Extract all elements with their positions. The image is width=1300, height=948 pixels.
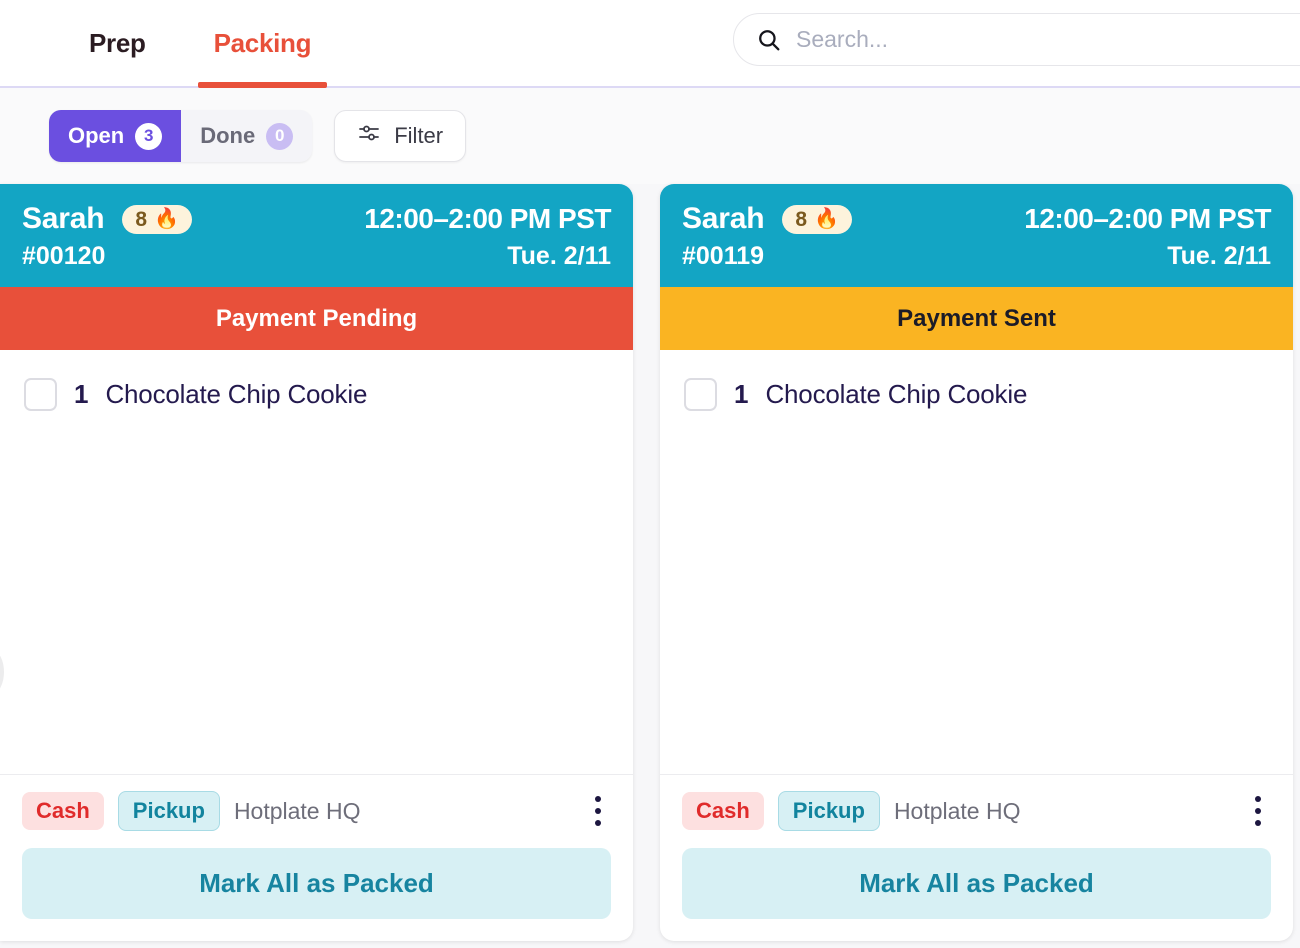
heat-count: 8 xyxy=(795,207,808,231)
segment-done-count: 0 xyxy=(266,122,294,150)
tab-packing-label: Packing xyxy=(213,27,312,58)
filter-toolbar: Open 3 Done 0 Filter xyxy=(0,88,1300,184)
order-number: #00120 xyxy=(22,242,106,270)
fulfillment-tag: Pickup xyxy=(117,791,220,831)
order-card-footer: Cash Pickup Hotplate HQ xyxy=(660,775,1293,832)
search-input[interactable] xyxy=(796,26,1256,53)
fulfillment-tag: Pickup xyxy=(777,791,880,831)
segment-open[interactable]: Open 3 xyxy=(49,110,182,162)
heat-badge: 8 🔥 xyxy=(122,204,192,234)
item-quantity: 1 xyxy=(734,379,749,409)
tab-prep[interactable]: Prep xyxy=(55,0,180,86)
segment-open-count: 3 xyxy=(135,122,163,150)
flame-icon: 🔥 xyxy=(154,208,179,230)
order-time-range: 12:00–2:00 PM PST xyxy=(364,203,611,234)
item-quantity: 1 xyxy=(74,379,89,409)
order-card[interactable]: Sarah 8 🔥 12:00–2:00 PM PST #00120 Tue. … xyxy=(0,184,633,941)
order-items-list: 1 Chocolate Chip Cookie xyxy=(660,350,1293,774)
item-name: Chocolate Chip Cookie xyxy=(765,379,1028,409)
item-name: Chocolate Chip Cookie xyxy=(105,379,368,409)
tab-packing[interactable]: Packing xyxy=(180,0,346,88)
order-number: #00119 xyxy=(682,242,765,270)
order-item-row[interactable]: 1 Chocolate Chip Cookie xyxy=(684,378,1269,411)
heat-count: 8 xyxy=(135,207,148,231)
order-date: Tue. 2/11 xyxy=(507,242,611,270)
segment-done-label: Done xyxy=(200,123,256,148)
order-card[interactable]: Sarah 8 🔥 12:00–2:00 PM PST #00119 Tue. … xyxy=(660,184,1293,941)
mark-all-packed-button[interactable]: Mark All as Packed xyxy=(22,848,611,919)
order-date: Tue. 2/11 xyxy=(1167,242,1271,270)
payment-method-tag: Cash xyxy=(22,792,104,830)
customer-name: Sarah xyxy=(22,202,105,235)
sliders-icon xyxy=(357,121,381,151)
tab-prep-label: Prep xyxy=(89,27,146,58)
search-bar[interactable] xyxy=(733,13,1300,66)
order-card-header: Sarah 8 🔥 12:00–2:00 PM PST #00119 Tue. … xyxy=(660,184,1293,287)
search-icon xyxy=(756,27,782,53)
mark-all-packed-button[interactable]: Mark All as Packed xyxy=(682,848,1271,919)
pickup-location: Hotplate HQ xyxy=(893,797,1021,824)
item-checkbox[interactable] xyxy=(684,378,717,411)
order-card-list: Sarah 8 🔥 12:00–2:00 PM PST #00120 Tue. … xyxy=(0,184,1300,941)
payment-status-banner: Payment Pending xyxy=(0,287,633,350)
tab-list: Prep Packing xyxy=(0,0,346,88)
item-checkbox[interactable] xyxy=(24,378,57,411)
payment-status-banner: Payment Sent xyxy=(660,287,1293,350)
flame-icon: 🔥 xyxy=(814,208,839,230)
order-card-footer: Cash Pickup Hotplate HQ xyxy=(0,775,633,832)
payment-status-label: Payment Pending xyxy=(215,304,418,332)
segment-open-label: Open xyxy=(68,123,125,148)
filter-button[interactable]: Filter xyxy=(334,110,467,162)
order-card-header: Sarah 8 🔥 12:00–2:00 PM PST #00120 Tue. … xyxy=(0,184,633,287)
payment-method-tag: Cash xyxy=(682,792,764,830)
customer-name: Sarah xyxy=(682,202,765,235)
segment-done[interactable]: Done 0 xyxy=(181,110,312,162)
order-items-list: 1 Chocolate Chip Cookie xyxy=(0,350,633,774)
order-time-range: 12:00–2:00 PM PST xyxy=(1024,203,1271,234)
status-segmented-control: Open 3 Done 0 xyxy=(49,110,313,162)
heat-badge: 8 🔥 xyxy=(782,204,852,234)
filter-button-label: Filter xyxy=(394,123,444,148)
kebab-menu-icon[interactable] xyxy=(1245,790,1271,832)
payment-status-label: Payment Sent xyxy=(897,304,1056,332)
order-item-row[interactable]: 1 Chocolate Chip Cookie xyxy=(24,378,609,411)
pickup-location: Hotplate HQ xyxy=(233,797,361,824)
top-navigation-bar: Prep Packing xyxy=(0,0,1300,88)
kebab-menu-icon[interactable] xyxy=(585,790,611,832)
